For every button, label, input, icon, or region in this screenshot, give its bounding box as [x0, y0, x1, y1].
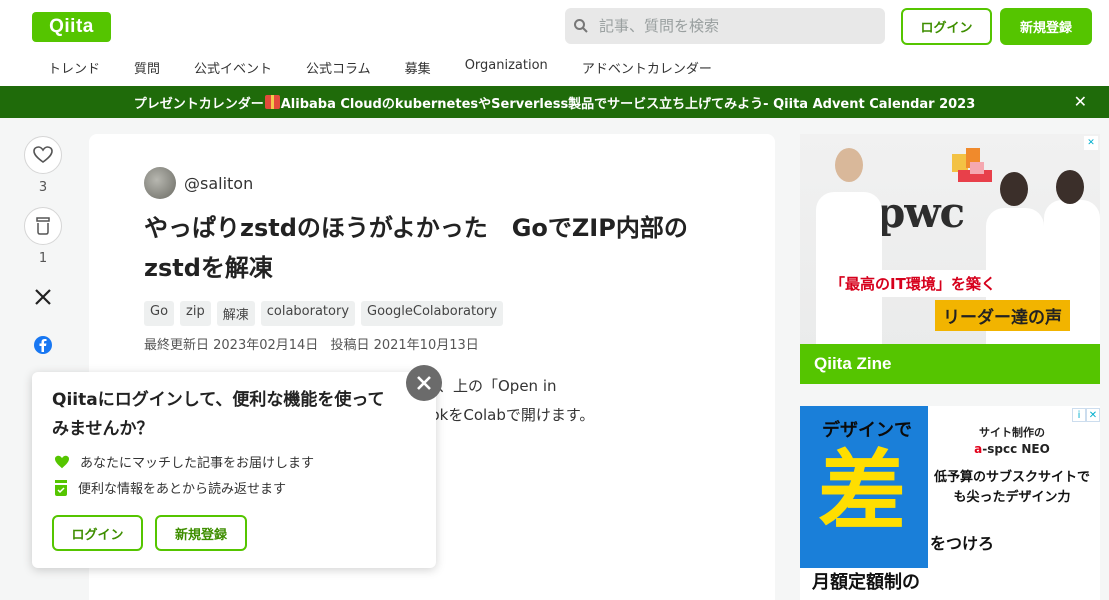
tag-zip[interactable]: zip: [180, 301, 211, 326]
person-right-head: [1056, 170, 1084, 204]
site-header: Qiita ログイン 新規登録 トレンド 質問 公式イベント 公式コラム 募集 …: [0, 0, 1109, 86]
signup-button[interactable]: 新規登録: [1000, 8, 1092, 45]
ad2-right-line-1: サイト制作の: [979, 426, 1045, 439]
stock-icon: [36, 217, 50, 235]
ad2-brand-rest: -spcc NEO: [982, 442, 1050, 456]
like-count: 3: [38, 180, 48, 195]
x-share-button[interactable]: [24, 278, 62, 316]
main-nav: トレンド 質問 公式イベント 公式コラム 募集 Organization アドベ…: [32, 52, 729, 82]
nav-recruit[interactable]: 募集: [388, 52, 448, 82]
ad1-caption-2: リーダー達の声: [935, 300, 1070, 331]
qiita-logo[interactable]: Qiita: [32, 12, 111, 42]
popup-signup-button[interactable]: 新規登録: [155, 515, 247, 551]
ad2-right-copy: サイト制作の a-spcc NEO 低予算のサブスクサイトでも尖ったデザイン力: [932, 424, 1092, 508]
tag-go[interactable]: Go: [144, 301, 175, 326]
author-info[interactable]: @saliton: [144, 167, 253, 199]
tag-googlecolaboratory[interactable]: GoogleColaboratory: [361, 301, 504, 326]
tag-list: Go zip 解凍 colaboratory GoogleColaborator…: [144, 301, 509, 326]
ad-close-icon-2[interactable]: ✕: [1086, 408, 1100, 422]
facebook-icon: [34, 336, 52, 354]
search-icon: [574, 19, 588, 33]
qiita-zine-footer: Qiita Zine: [800, 344, 1100, 384]
updated-date: 最終更新日 2023年02月14日: [144, 338, 319, 353]
nav-advent-calendar[interactable]: アドベントカレンダー: [565, 52, 729, 82]
ad2-right-line-3: をつけろ: [930, 534, 995, 553]
person-left-head: [835, 148, 863, 182]
search-box[interactable]: [565, 8, 885, 44]
person-middle-head: [1000, 172, 1028, 206]
popup-title: Qiitaにログインして、便利な機能を使ってみませんか？: [52, 390, 385, 439]
pwc-advertisement[interactable]: ✕ pwc 「最高のIT環境」を築く リーダー達の声 Qiita Zine: [800, 134, 1100, 384]
banner-text: Alibaba CloudのkubernetesやServerless製品でサー…: [280, 96, 976, 112]
x-icon: [35, 289, 51, 305]
stock-count: 1: [38, 251, 48, 266]
stock-button[interactable]: [24, 207, 62, 245]
announcement-banner[interactable]: プレゼントカレンダー Alibaba CloudのkubernetesやServ…: [0, 86, 1109, 118]
ad-choices-badge[interactable]: i ✕: [1072, 408, 1100, 422]
nav-columns[interactable]: 公式コラム: [289, 52, 388, 82]
benefit-2-text: 便利な情報をあとから読み返せます: [78, 482, 287, 497]
popup-benefit-1: あなたにマッチした記事をお届けします: [54, 452, 314, 471]
author-name[interactable]: @saliton: [184, 174, 253, 193]
nav-questions[interactable]: 質問: [117, 52, 177, 82]
banner-text-prefix: プレゼントカレンダー: [133, 96, 264, 112]
login-button[interactable]: ログイン: [901, 8, 992, 45]
ad2-right-line-2: 低予算のサブスクサイトでも尖ったデザイン力: [933, 470, 1090, 505]
gift-icon: [264, 95, 280, 109]
tag-decompress[interactable]: 解凍: [216, 301, 255, 326]
popup-benefit-2: 便利な情報をあとから読み返せます: [54, 478, 286, 497]
ad-info-icon[interactable]: i: [1072, 408, 1086, 422]
stock-filled-icon: [55, 479, 67, 496]
benefit-1-text: あなたにマッチした記事をお届けします: [80, 456, 315, 471]
heart-icon: [33, 146, 53, 163]
aspcc-advertisement[interactable]: デザインで 差 サイト制作の a-spcc NEO 低予算のサブスクサイトでも尖…: [800, 406, 1100, 600]
article-actions: 3 1: [24, 136, 64, 364]
article-title: やっぱりzstdのほうがよかった GoでZIP内部のzstdを解凍: [144, 214, 688, 282]
search-input[interactable]: [599, 17, 879, 35]
tag-colaboratory[interactable]: colaboratory: [260, 301, 356, 326]
popup-close-button[interactable]: [406, 365, 442, 401]
article-dates: 最終更新日 2023年02月14日 投稿日 2021年10月13日: [144, 334, 487, 353]
login-prompt-popup: Qiitaにログインして、便利な機能を使ってみませんか？ あなたにマッチした記事…: [32, 372, 436, 568]
avatar[interactable]: [144, 167, 176, 199]
posted-date: 投稿日 2021年10月13日: [330, 338, 479, 353]
ad2-bottom-text: 月額定額制の: [800, 568, 1100, 600]
nav-organization[interactable]: Organization: [448, 52, 565, 82]
close-icon: [417, 376, 431, 390]
heart-filled-icon: [55, 455, 69, 468]
banner-close-icon[interactable]: ✕: [1074, 92, 1087, 111]
popup-login-button[interactable]: ログイン: [52, 515, 143, 551]
nav-events[interactable]: 公式イベント: [177, 52, 289, 82]
ad2-big-character: 差: [818, 440, 907, 543]
ad1-caption-1: 「最高のIT環境」を築く: [824, 270, 1002, 297]
like-button[interactable]: [24, 136, 62, 174]
facebook-share-button[interactable]: [24, 326, 62, 364]
ad-close-icon[interactable]: ✕: [1084, 136, 1098, 150]
ad2-brand: a-spcc NEO: [932, 442, 1092, 456]
pwc-logo-text: pwc: [876, 188, 965, 237]
nav-trend[interactable]: トレンド: [32, 52, 117, 82]
